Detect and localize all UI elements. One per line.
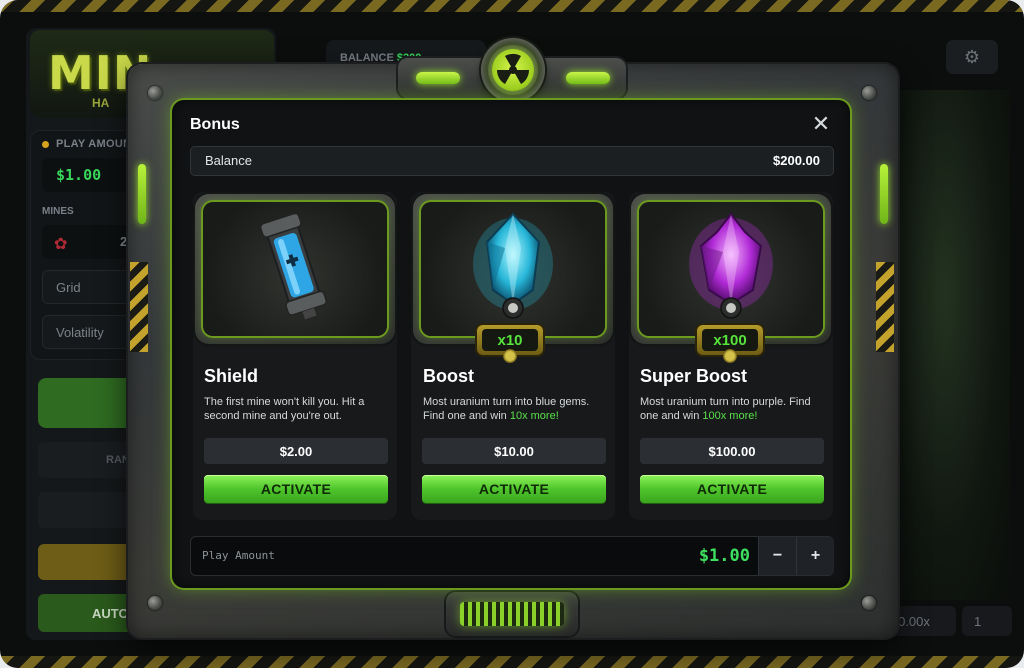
play-amount-value: $1.00: [698, 546, 750, 566]
rivet-icon: [148, 596, 162, 610]
status-dot: [42, 141, 49, 148]
multiplier-badge-label: x100: [702, 329, 758, 351]
gear-icon: ⚙: [963, 46, 981, 67]
frame-light-left: [138, 164, 146, 224]
card-description: Most uranium turn into blue gems. Find o…: [423, 395, 611, 423]
play-amount-label: Play Amount: [202, 549, 275, 562]
counter-display: 1: [962, 606, 1012, 636]
shield-capsule-icon: [259, 212, 328, 320]
frame-hazard-right: [876, 262, 894, 352]
emblem-light-left: [416, 72, 460, 84]
card-description-highlight: 10x more!: [509, 410, 559, 422]
close-icon[interactable]: ✕: [810, 113, 832, 135]
balance-label: Balance: [205, 153, 252, 168]
game-field: [880, 90, 1010, 600]
balance-value: $200.00: [773, 153, 820, 168]
card-description-highlight: 100x more!: [702, 410, 758, 422]
volatility-label: Volatility: [56, 325, 104, 340]
play-amount-label: PLAY AMOUN: [56, 138, 132, 150]
card-description: The first mine won't kill you. Hit a sec…: [204, 396, 365, 422]
activate-super-boost-button[interactable]: ACTIVATE: [640, 475, 824, 503]
card-price: $2.00: [204, 438, 388, 464]
card-image: [639, 202, 823, 336]
frame-hazard-left: [130, 262, 148, 352]
rivet-icon: [862, 596, 876, 610]
radiation-icon: [492, 49, 534, 91]
settings-button[interactable]: ⚙: [946, 40, 998, 74]
card-price: $10.00: [422, 438, 606, 464]
activate-shield-button[interactable]: ACTIVATE: [204, 475, 388, 503]
hazard-stripe-bottom: [0, 656, 1024, 668]
modal-title: Bonus: [190, 116, 240, 133]
vent-grille: [460, 602, 564, 626]
increase-amount-button[interactable]: +: [796, 537, 834, 575]
decrease-amount-button[interactable]: −: [758, 537, 796, 575]
card-title: Boost: [423, 366, 474, 386]
badge-radiation-icon: [503, 349, 517, 363]
card-title: Shield: [204, 366, 259, 386]
frame-light-right: [880, 164, 888, 224]
purple-gem-icon: [689, 212, 773, 319]
rivet-icon: [148, 86, 162, 100]
hazard-stripe-top: [0, 0, 1024, 12]
activate-boost-button[interactable]: ACTIVATE: [422, 475, 606, 503]
logo-subtitle: HA: [92, 96, 110, 110]
card-price: $100.00: [640, 438, 824, 464]
card-description: Most uranium turn into purple. Find one …: [640, 395, 828, 423]
mine-icon: ✿: [54, 236, 68, 253]
multiplier-badge-label: x10: [482, 329, 538, 351]
mines-count: 2: [120, 234, 128, 249]
rivet-icon: [862, 86, 876, 100]
play-amount-value: $1.00: [56, 166, 102, 184]
grid-label: Grid: [56, 280, 81, 295]
blue-gem-icon: [473, 212, 553, 319]
card-title: Super Boost: [640, 366, 748, 386]
card-image: [203, 202, 387, 336]
top-balance-label: BALANCE: [340, 52, 394, 64]
card-image: [421, 202, 605, 336]
mines-label: MINES: [42, 206, 74, 217]
emblem-light-right: [566, 72, 610, 84]
random-label: RAN: [106, 454, 130, 466]
card-description-text: Most uranium turn into blue gems. Find o…: [423, 396, 590, 422]
badge-radiation-icon: [723, 349, 737, 363]
